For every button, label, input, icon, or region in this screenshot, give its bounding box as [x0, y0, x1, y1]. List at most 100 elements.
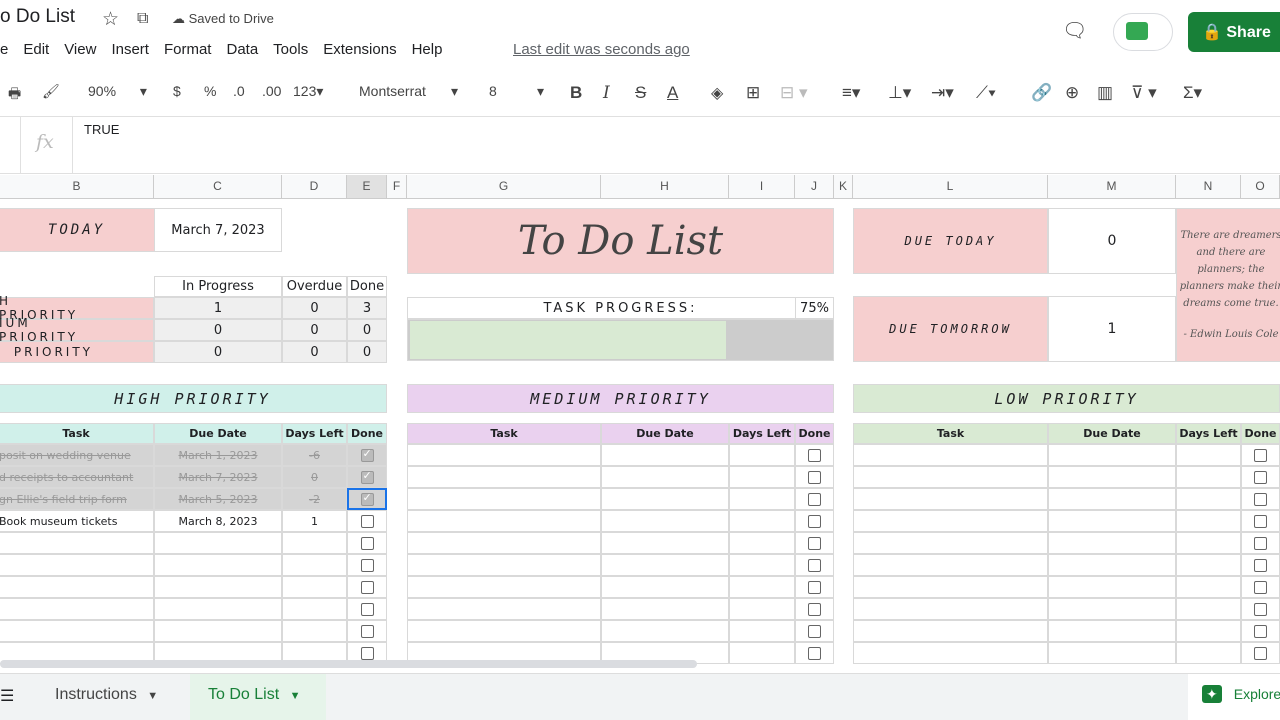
done-checkbox[interactable] [808, 448, 821, 462]
menu-item[interactable]: Edit [23, 41, 49, 58]
done-cell[interactable] [347, 444, 387, 466]
done-checkbox[interactable] [360, 469, 374, 484]
done-checkbox[interactable] [360, 646, 374, 660]
menu-item[interactable]: Extensions [323, 41, 396, 58]
menu-item[interactable]: Data [226, 41, 258, 58]
column-header[interactable]: E [347, 175, 387, 199]
increase-decimal-button[interactable]: .00 [262, 83, 281, 99]
column-header[interactable]: G [407, 175, 601, 199]
meet-button[interactable] [1113, 13, 1173, 51]
done-cell[interactable] [795, 598, 834, 620]
done-cell[interactable] [347, 554, 387, 576]
done-checkbox[interactable] [1254, 514, 1267, 528]
doc-title[interactable]: o Do List [0, 6, 75, 28]
column-header[interactable]: I [729, 175, 795, 199]
done-cell[interactable] [1241, 620, 1280, 642]
done-checkbox[interactable] [360, 536, 374, 550]
zoom-select[interactable]: 90% ▾ [88, 83, 147, 100]
menu-item[interactable]: Format [164, 41, 212, 58]
column-header[interactable]: L [853, 175, 1048, 199]
move-folder-icon[interactable]: ⧉ [137, 10, 148, 28]
done-cell[interactable] [795, 488, 834, 510]
done-cell[interactable] [347, 510, 387, 532]
print-icon[interactable]: 🖶 [8, 83, 21, 107]
done-checkbox[interactable] [1254, 558, 1267, 572]
column-header[interactable]: D [282, 175, 347, 199]
column-header[interactable]: N [1176, 175, 1241, 199]
link-icon[interactable]: 🔗 [1031, 83, 1052, 103]
tab-to-do-list[interactable]: To Do List ▼ [190, 674, 326, 720]
done-checkbox[interactable] [1254, 492, 1267, 506]
done-cell[interactable] [347, 488, 387, 510]
filter-icon[interactable]: ⊽ ▾ [1131, 83, 1157, 103]
share-button[interactable]: 🔒 Share [1188, 12, 1280, 52]
menu-item[interactable]: Help [412, 41, 443, 58]
menu-item[interactable]: View [64, 41, 96, 58]
chart-icon[interactable]: ▥ [1097, 83, 1113, 103]
done-checkbox[interactable] [1254, 646, 1267, 660]
font-select[interactable]: Montserrat ▾ [359, 83, 459, 99]
done-checkbox[interactable] [808, 536, 821, 550]
done-cell[interactable] [1241, 510, 1280, 532]
done-cell[interactable] [795, 576, 834, 598]
done-cell[interactable] [347, 576, 387, 598]
borders-icon[interactable]: ⊞ [746, 83, 760, 103]
column-header[interactable]: O [1241, 175, 1280, 199]
decrease-decimal-button[interactable]: .0 [233, 83, 245, 99]
menu-item[interactable]: e [0, 41, 8, 58]
font-size-select[interactable]: 8 ▾ [489, 83, 549, 99]
done-cell[interactable] [1241, 554, 1280, 576]
done-cell[interactable] [1241, 444, 1280, 466]
done-cell[interactable] [795, 642, 834, 664]
done-checkbox[interactable] [360, 558, 374, 572]
done-checkbox[interactable] [360, 602, 374, 616]
done-cell[interactable] [1241, 488, 1280, 510]
done-checkbox[interactable] [360, 514, 374, 528]
merge-icon[interactable]: ⊟ ▾ [780, 83, 808, 103]
done-cell[interactable] [795, 532, 834, 554]
done-checkbox[interactable] [808, 646, 821, 660]
done-cell[interactable] [1241, 598, 1280, 620]
done-checkbox[interactable] [360, 491, 374, 506]
done-checkbox[interactable] [1254, 624, 1267, 638]
bold-icon[interactable]: B [570, 83, 582, 103]
done-checkbox[interactable] [808, 492, 821, 506]
column-header[interactable]: C [154, 175, 282, 199]
done-cell[interactable] [347, 620, 387, 642]
done-checkbox[interactable] [1254, 602, 1267, 616]
comment-icon[interactable]: ⊕ [1065, 83, 1079, 103]
save-status[interactable]: ☁ Saved to Drive [172, 11, 274, 27]
done-checkbox[interactable] [1254, 448, 1267, 462]
column-header[interactable]: M [1048, 175, 1176, 199]
done-cell[interactable] [795, 554, 834, 576]
done-checkbox[interactable] [808, 580, 821, 594]
tab-instructions[interactable]: Instructions ▼ [55, 686, 158, 704]
done-checkbox[interactable] [1254, 470, 1267, 484]
done-cell[interactable] [795, 510, 834, 532]
last-edit-link[interactable]: Last edit was seconds ago [513, 41, 690, 58]
paint-format-icon[interactable]: 🖌 [42, 83, 60, 100]
horizontal-scrollbar[interactable] [0, 660, 697, 668]
menu-item[interactable]: Insert [111, 41, 149, 58]
done-cell[interactable] [1241, 466, 1280, 488]
done-checkbox[interactable] [360, 580, 374, 594]
done-checkbox[interactable] [808, 624, 821, 638]
done-cell[interactable] [795, 620, 834, 642]
done-checkbox[interactable] [1254, 536, 1267, 550]
explore-button[interactable]: ✦ Explore [1188, 674, 1280, 720]
percent-button[interactable]: % [204, 83, 216, 99]
column-header[interactable]: K [834, 175, 853, 199]
done-checkbox[interactable] [808, 558, 821, 572]
fill-color-icon[interactable]: ◈ [711, 83, 723, 103]
done-checkbox[interactable] [808, 602, 821, 616]
done-checkbox[interactable] [1254, 580, 1267, 594]
done-checkbox[interactable] [360, 447, 374, 462]
done-cell[interactable] [347, 466, 387, 488]
functions-icon[interactable]: Σ▾ [1183, 83, 1202, 103]
wrap-icon[interactable]: ⇥▾ [931, 83, 954, 103]
done-checkbox[interactable] [808, 470, 821, 484]
done-cell[interactable] [1241, 532, 1280, 554]
italic-icon[interactable]: I [603, 83, 610, 103]
column-header[interactable]: J [795, 175, 834, 199]
text-color-icon[interactable]: A [667, 83, 678, 103]
